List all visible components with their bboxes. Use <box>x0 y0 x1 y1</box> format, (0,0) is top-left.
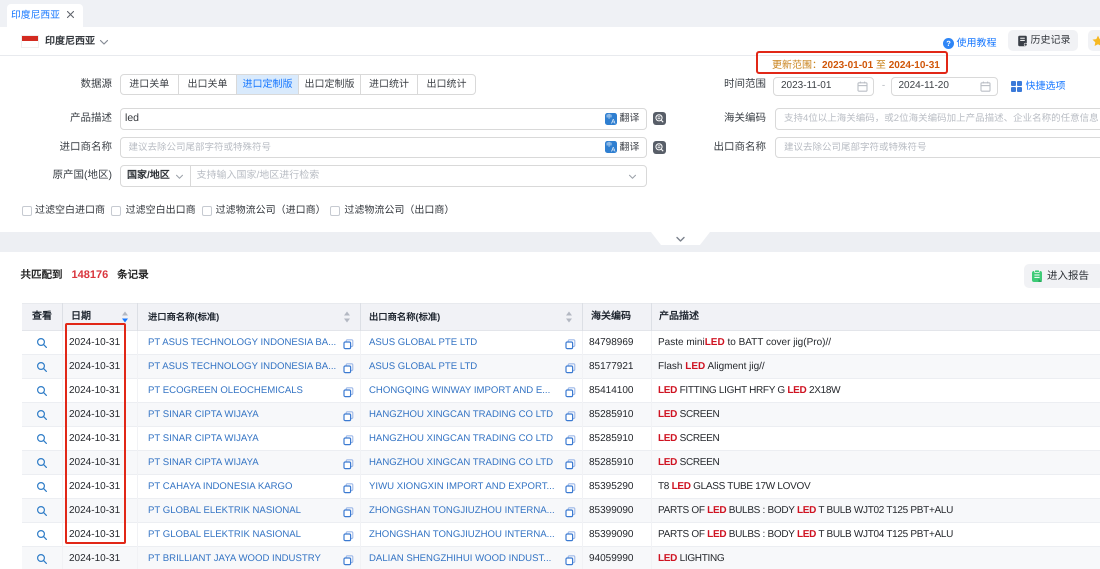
svg-text:A: A <box>611 146 616 153</box>
svg-text:?: ? <box>946 39 951 48</box>
svg-text:A: A <box>611 118 616 125</box>
